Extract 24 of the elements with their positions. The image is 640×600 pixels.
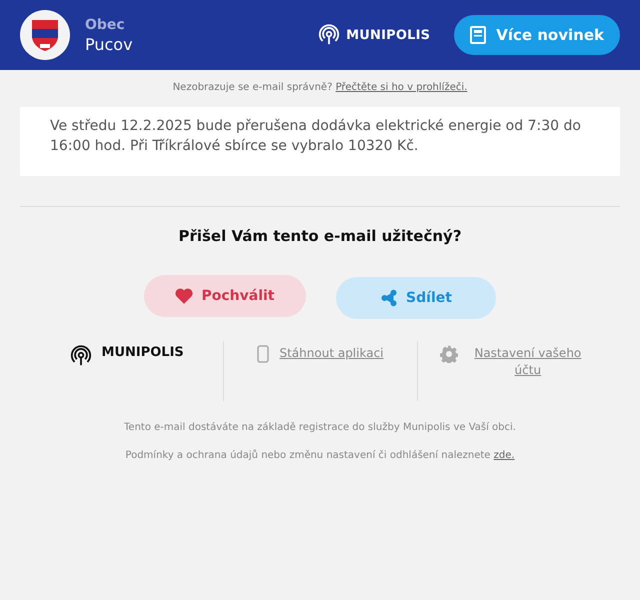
message-text: Ve středu 12.2.2025 bude přerušena dodávka elektrické energie od 7:30 do 16:00 hod. Při Tříkrálové sbírce se vybralo 10320 Kč. [20, 107, 620, 176]
brand-wordmark: MUNIPOLIS [346, 28, 430, 42]
more-news-button[interactable]: Více novinek [454, 15, 620, 55]
terms-note: Podmínky a ochrana údajů nebo změnu nastavení či odhlášení naleznete zde. [124, 449, 516, 463]
browser-link[interactable]: Přečtěte si ho v prohlížeči. [336, 82, 468, 93]
registration-note: Tento e-mail dostáváte na základě registrace do služby Munipolis ve Vaší obci. [123, 421, 517, 435]
town-name: Pucov [85, 34, 134, 54]
terms-link[interactable]: zde. [494, 450, 515, 461]
praise-button[interactable]: Pochválit [144, 275, 306, 317]
news-icon [470, 26, 486, 44]
share-icon [380, 289, 398, 307]
brand-wordmark: MUNIPOLIS [102, 345, 184, 360]
brand-logo-icon [70, 345, 92, 367]
town-crest-icon [20, 10, 70, 60]
feedback-question: Přišel Vám tento e-mail užitečný? [177, 227, 463, 245]
municipality-label: Obec [85, 16, 126, 32]
share-button[interactable]: Sdílet [336, 277, 496, 319]
app-link[interactable]: Stáhnout aplikaci [279, 345, 384, 362]
heart-icon [175, 288, 194, 304]
phone-icon [257, 345, 270, 363]
display-notice: Nezobrazuje se e-mail správně? Přečtěte si ho v prohlížeči. [172, 81, 468, 95]
brand-logo-icon [318, 24, 340, 46]
settings-icon [440, 345, 458, 363]
settings-link[interactable]: Nastavení vašeho účtu [468, 345, 588, 379]
